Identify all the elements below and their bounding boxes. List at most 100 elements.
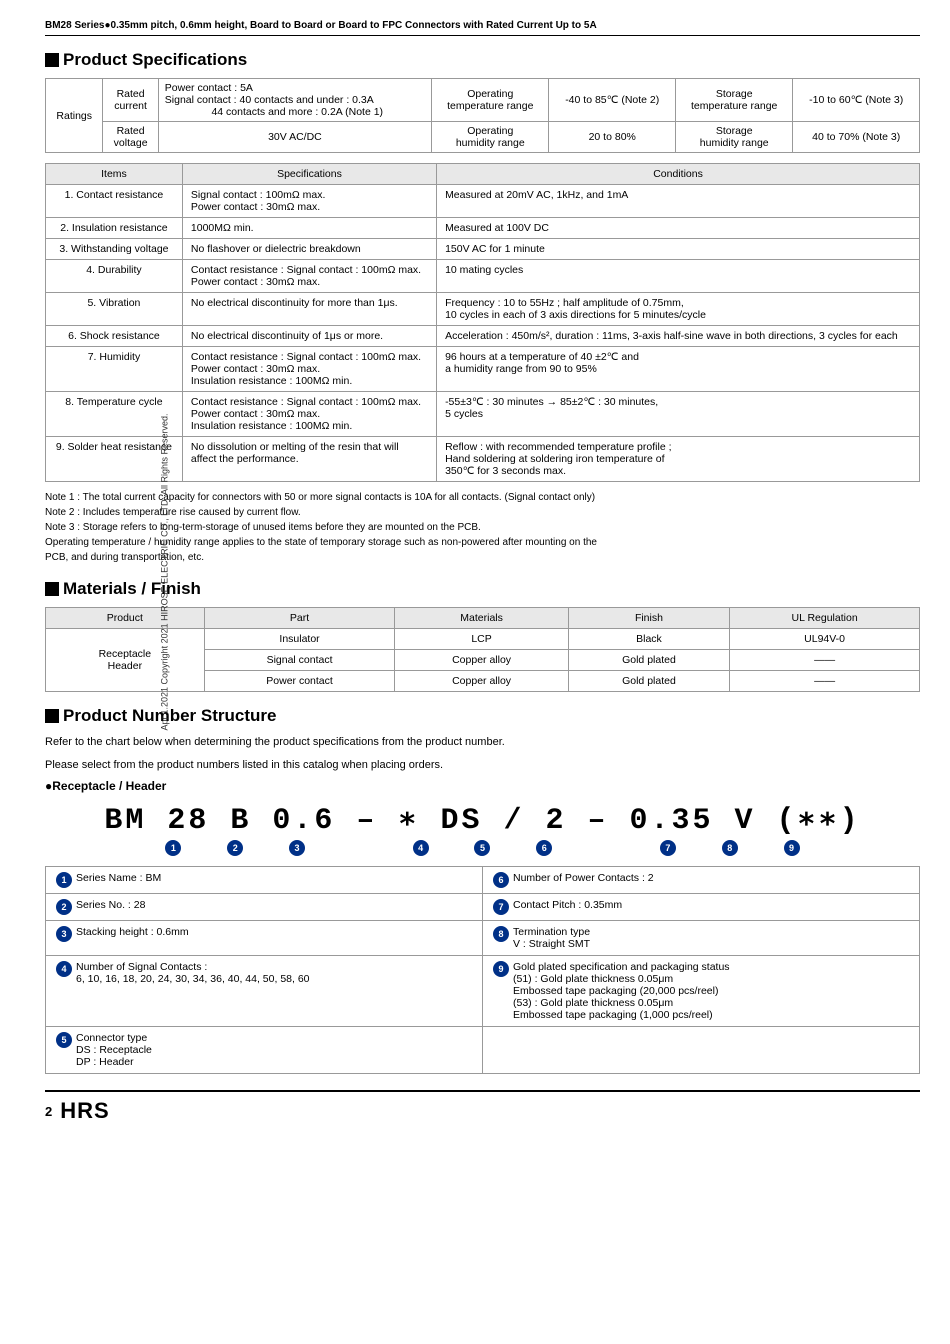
- spec-spec: Contact resistance : Signal contact : 10…: [182, 347, 436, 392]
- pn-circle-4: [351, 840, 367, 856]
- desc-right: 7Contact Pitch : 0.35mm: [483, 894, 920, 921]
- page-number: 2: [45, 1104, 52, 1119]
- ratings-table: Ratings Ratedcurrent Power contact : 5AS…: [45, 78, 920, 153]
- spec-spec: No flashover or dielectric breakdown: [182, 239, 436, 260]
- spec-cond: 96 hours at a temperature of 40 ±2℃ anda…: [437, 347, 920, 392]
- rated-current-label: Ratedcurrent: [103, 79, 158, 122]
- hrs-logo: HRS: [60, 1098, 109, 1124]
- desc-left: 5Connector typeDS : ReceptacleDP : Heade…: [46, 1027, 483, 1074]
- spec-item: 7. Humidity: [46, 347, 183, 392]
- desc-right: 8Termination typeV : Straight SMT: [483, 921, 920, 956]
- note-line: PCB, and during transportation, etc.: [45, 550, 920, 565]
- rated-current-value: Power contact : 5ASignal contact : 40 co…: [158, 79, 431, 122]
- mat-part: Signal contact: [204, 650, 395, 671]
- specs-table: Items Specifications Conditions 1. Conta…: [45, 163, 920, 482]
- pn-circle-11: 9: [784, 840, 800, 856]
- spec-spec: No electrical discontinuity for more tha…: [182, 293, 436, 326]
- desc-left: 4Number of Signal Contacts :6, 10, 16, 1…: [46, 956, 483, 1027]
- pn-circle-5: 4: [413, 840, 429, 856]
- spec-spec: Contact resistance : Signal contact : 10…: [182, 260, 436, 293]
- pn-structure-title: Product Number Structure: [45, 706, 920, 726]
- mat-col-product: Product: [46, 608, 205, 629]
- op-temp-value: -40 to 85℃ (Note 2): [549, 79, 676, 122]
- storage-humidity-label: Storagehumidity range: [676, 122, 793, 153]
- mat-finish: Gold plated: [568, 650, 729, 671]
- specs-col-items: Items: [46, 164, 183, 185]
- mat-ul: ——: [730, 650, 920, 671]
- mat-col-materials: Materials: [395, 608, 568, 629]
- mat-material: LCP: [395, 629, 568, 650]
- spec-cond: Measured at 20mV AC, 1kHz, and 1mA: [437, 185, 920, 218]
- spec-item: 4. Durability: [46, 260, 183, 293]
- op-humidity-label: Operatinghumidity range: [432, 122, 549, 153]
- mat-product: ReceptacleHeader: [46, 629, 205, 692]
- section-marker-2: [45, 582, 59, 596]
- notes-section: Note 1 : The total current capacity for …: [45, 490, 920, 565]
- pn-subtitle1: Refer to the chart below when determinin…: [45, 734, 920, 751]
- spec-cond: Frequency : 10 to 55Hz ; half amplitude …: [437, 293, 920, 326]
- op-temp-label: Operatingtemperature range: [432, 79, 549, 122]
- spec-cond: 150V AC for 1 minute: [437, 239, 920, 260]
- pn-circle-6: 5: [474, 840, 490, 856]
- pn-subtitle2: Please select from the product numbers l…: [45, 757, 920, 774]
- spec-item: 6. Shock resistance: [46, 326, 183, 347]
- side-copyright-text: Apr.1.2021 Copyright 2021 HIROSE ELECTRI…: [159, 414, 169, 731]
- materials-finish-title: Materials / Finish: [45, 579, 920, 599]
- product-specs-title: Product Specifications: [45, 50, 920, 70]
- specs-col-specifications: Specifications: [182, 164, 436, 185]
- pn-circle-8: [598, 840, 614, 856]
- pn-circle-2: 2: [227, 840, 243, 856]
- section-marker: [45, 53, 59, 67]
- pn-circle-3: 3: [289, 840, 305, 856]
- pn-circle-10: 8: [722, 840, 738, 856]
- spec-item: 5. Vibration: [46, 293, 183, 326]
- mat-material: Copper alloy: [395, 671, 568, 692]
- materials-table: Product Part Materials Finish UL Regulat…: [45, 607, 920, 692]
- rated-voltage-label: Ratedvoltage: [103, 122, 158, 153]
- mat-part: Insulator: [204, 629, 395, 650]
- storage-temp-label: Storagetemperature range: [676, 79, 793, 122]
- note-line: Note 1 : The total current capacity for …: [45, 490, 920, 505]
- pn-circle-9: 7: [660, 840, 676, 856]
- pn-circles-row: 1 2 3 4 5 6 7 8 9: [45, 840, 920, 856]
- ratings-label: Ratings: [46, 79, 103, 153]
- page-header: BM28 Series●0.35mm pitch, 0.6mm height, …: [45, 20, 920, 36]
- mat-ul: ——: [730, 671, 920, 692]
- spec-cond: Acceleration : 450m/s², duration : 11ms,…: [437, 326, 920, 347]
- storage-humidity-value: 40 to 70% (Note 3): [793, 122, 920, 153]
- spec-spec: No dissolution or melting of the resin t…: [182, 437, 436, 482]
- note-line: Note 3 : Storage refers to long-term-sto…: [45, 520, 920, 535]
- pn-circle-1: 1: [165, 840, 181, 856]
- mat-col-finish: Finish: [568, 608, 729, 629]
- desc-left: 3Stacking height : 0.6mm: [46, 921, 483, 956]
- rated-voltage-value: 30V AC/DC: [158, 122, 431, 153]
- footer: 2 HRS: [45, 1090, 920, 1124]
- pn-display: BM 28 B 0.6 – ∗ DS / 2 – 0.35 V (∗∗): [45, 801, 920, 838]
- pn-bullet-title: ●Receptacle / Header: [45, 779, 920, 793]
- spec-spec: Signal contact : 100mΩ max.Power contact…: [182, 185, 436, 218]
- mat-col-ul: UL Regulation: [730, 608, 920, 629]
- spec-spec: No electrical discontinuity of 1μs or mo…: [182, 326, 436, 347]
- storage-temp-value: -10 to 60℃ (Note 3): [793, 79, 920, 122]
- op-humidity-value: 20 to 80%: [549, 122, 676, 153]
- note-line: Note 2 : Includes temperature rise cause…: [45, 505, 920, 520]
- note-line: Operating temperature / humidity range a…: [45, 535, 920, 550]
- desc-left: 1Series Name : BM: [46, 867, 483, 894]
- pn-display-container: BM 28 B 0.6 – ∗ DS / 2 – 0.35 V (∗∗) 1 2…: [45, 801, 920, 856]
- spec-spec: Contact resistance : Signal contact : 10…: [182, 392, 436, 437]
- mat-finish: Gold plated: [568, 671, 729, 692]
- spec-item: 3. Withstanding voltage: [46, 239, 183, 260]
- mat-ul: UL94V-0: [730, 629, 920, 650]
- spec-item: 2. Insulation resistance: [46, 218, 183, 239]
- desc-right: 9Gold plated specification and packaging…: [483, 956, 920, 1027]
- desc-left: 2Series No. : 28: [46, 894, 483, 921]
- desc-right: 6Number of Power Contacts : 2: [483, 867, 920, 894]
- mat-part: Power contact: [204, 671, 395, 692]
- pn-circle-7: 6: [536, 840, 552, 856]
- spec-cond: 10 mating cycles: [437, 260, 920, 293]
- desc-table: 1Series Name : BM6Number of Power Contac…: [45, 866, 920, 1074]
- spec-item: 1. Contact resistance: [46, 185, 183, 218]
- spec-cond: Reflow : with recommended temperature pr…: [437, 437, 920, 482]
- spec-cond: Measured at 100V DC: [437, 218, 920, 239]
- mat-material: Copper alloy: [395, 650, 568, 671]
